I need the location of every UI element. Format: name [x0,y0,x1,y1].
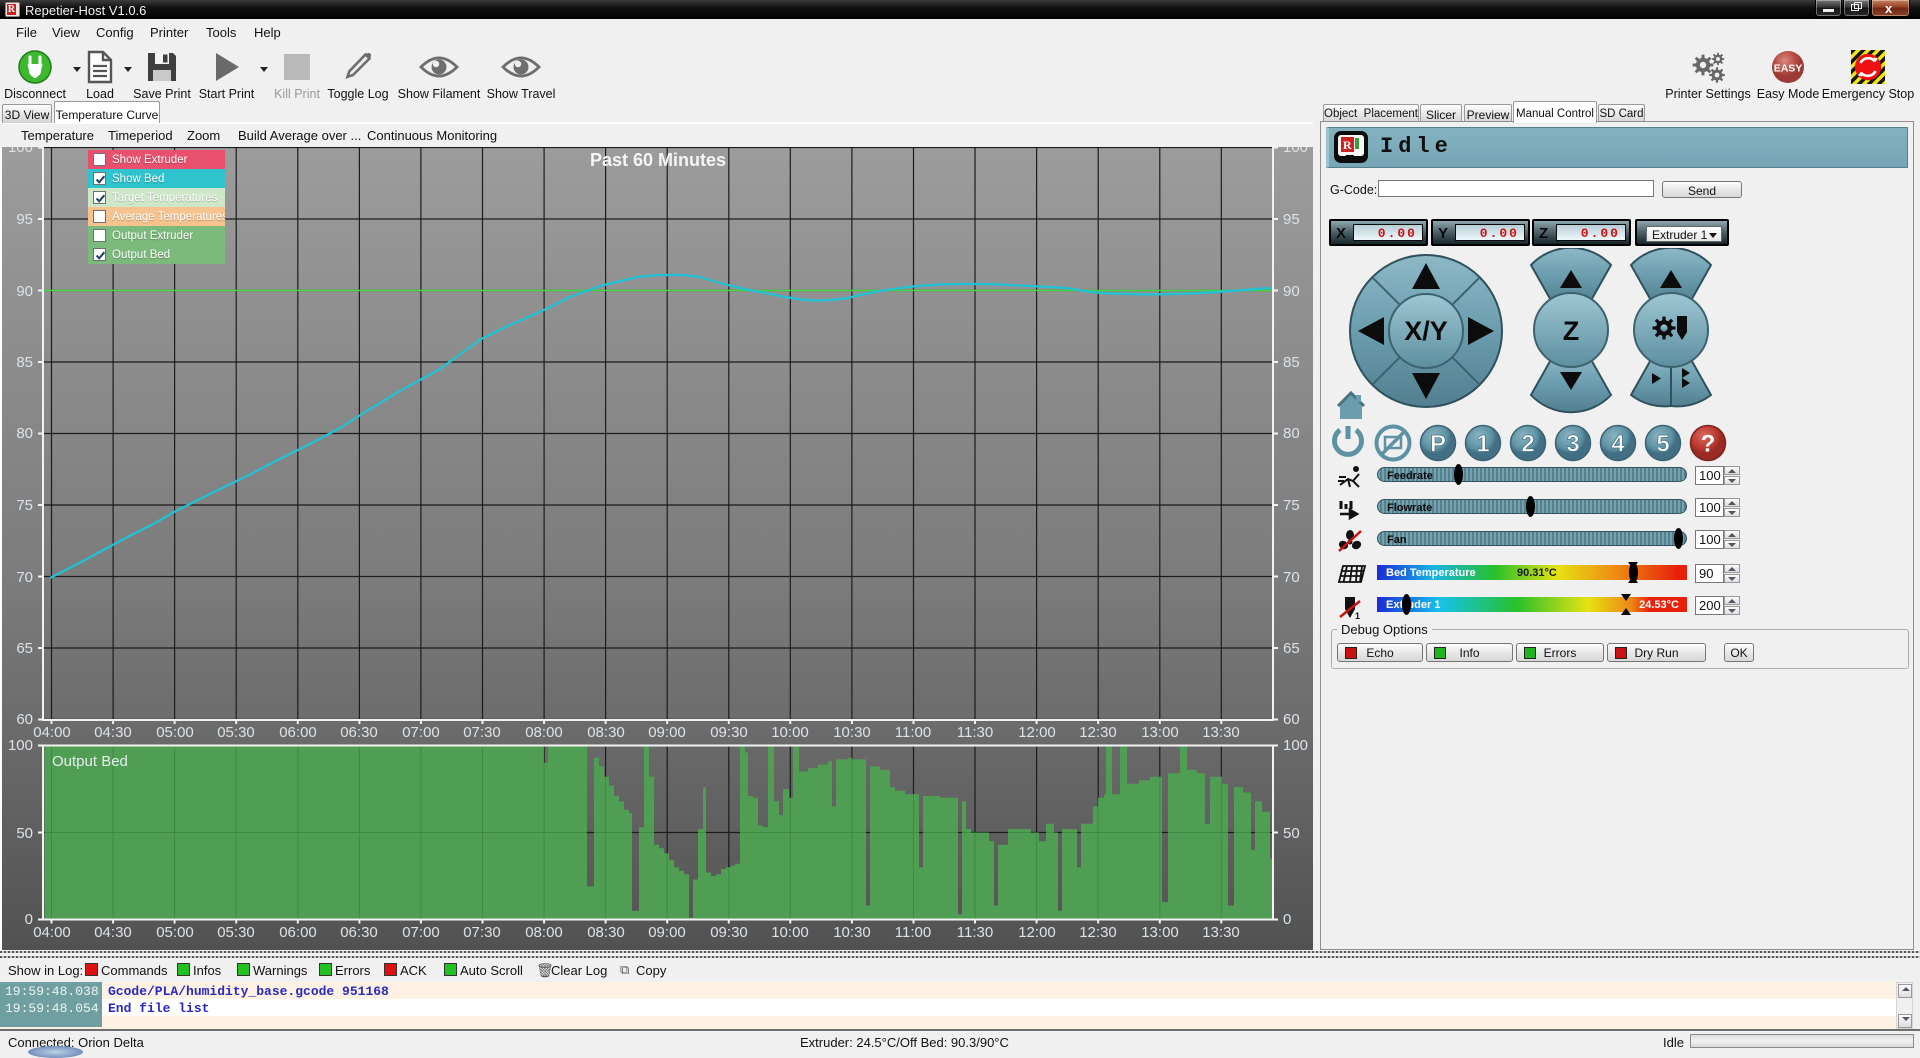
svg-text:X/Y: X/Y [1404,316,1448,346]
svg-text:05:00: 05:00 [156,924,194,941]
svg-text:60: 60 [16,711,33,728]
svg-text:10:00: 10:00 [771,924,809,941]
svg-text:11:00: 11:00 [895,924,931,941]
svg-text:5: 5 [1656,431,1669,458]
svg-text:05:30: 05:30 [217,724,255,741]
svg-text:06:00: 06:00 [279,724,317,741]
svg-text:13:30: 13:30 [1202,924,1240,941]
svg-text:04:00: 04:00 [33,924,71,941]
svg-text:13:00: 13:00 [1141,724,1179,741]
svg-text:75: 75 [1283,497,1300,514]
svg-text:Past 60 Minutes: Past 60 Minutes [590,150,726,170]
svg-text:08:00: 08:00 [525,724,563,741]
svg-text:10:30: 10:30 [833,724,871,741]
svg-text:09:00: 09:00 [648,724,686,741]
svg-text:60: 60 [1283,711,1300,728]
svg-text:08:30: 08:30 [587,724,625,741]
svg-text:70: 70 [16,569,33,586]
svg-text:85: 85 [1283,354,1300,371]
svg-text:75: 75 [16,497,33,514]
svg-text:09:30: 09:30 [710,724,748,741]
svg-text:80: 80 [1283,425,1300,442]
svg-text:EASY: EASY [1774,63,1803,75]
svg-text:3: 3 [1566,431,1579,458]
svg-text:80: 80 [16,425,33,442]
svg-text:65: 65 [1283,640,1300,657]
svg-text:100: 100 [1283,737,1308,754]
svg-text:100: 100 [8,147,33,156]
svg-text:05:00: 05:00 [156,724,194,741]
svg-text:0: 0 [1283,911,1291,928]
svg-text:90: 90 [16,283,33,300]
svg-text:04:30: 04:30 [94,924,132,941]
svg-text:13:30: 13:30 [1202,724,1240,741]
svg-text:08:30: 08:30 [587,924,625,941]
svg-text:50: 50 [16,825,33,842]
svg-text:05:30: 05:30 [217,924,255,941]
svg-text:10:00: 10:00 [771,724,809,741]
svg-text:?: ? [1701,431,1716,458]
svg-text:07:30: 07:30 [463,724,501,741]
svg-text:11:00: 11:00 [895,724,931,741]
svg-text:11:30: 11:30 [957,924,993,941]
svg-text:09:30: 09:30 [710,924,748,941]
svg-text:P: P [1430,431,1446,458]
svg-text:09:00: 09:00 [648,924,686,941]
svg-text:06:00: 06:00 [279,924,317,941]
svg-text:70: 70 [1283,569,1300,586]
svg-text:08:00: 08:00 [525,924,563,941]
svg-text:95: 95 [1283,211,1300,228]
svg-text:50: 50 [1283,825,1300,842]
svg-text:Z: Z [1563,316,1580,346]
svg-text:85: 85 [16,354,33,371]
svg-text:07:00: 07:00 [402,924,440,941]
svg-text:4: 4 [1611,431,1625,458]
svg-text:Output Bed: Output Bed [52,753,128,770]
svg-text:12:00: 12:00 [1018,724,1056,741]
svg-text:04:30: 04:30 [94,724,132,741]
svg-text:07:00: 07:00 [402,724,440,741]
svg-text:1: 1 [1476,431,1489,458]
svg-text:90: 90 [1283,283,1300,300]
svg-text:12:30: 12:30 [1079,724,1117,741]
svg-text:100: 100 [1283,147,1308,156]
svg-text:95: 95 [16,211,33,228]
svg-text:11:30: 11:30 [957,724,993,741]
svg-text:13:00: 13:00 [1141,924,1179,941]
svg-text:12:00: 12:00 [1018,924,1056,941]
svg-text:04:00: 04:00 [33,724,71,741]
svg-text:0: 0 [25,911,33,928]
svg-text:2: 2 [1521,431,1534,458]
svg-text:1: 1 [1355,611,1360,621]
svg-text:12:30: 12:30 [1079,924,1117,941]
svg-text:06:30: 06:30 [340,724,378,741]
svg-text:100: 100 [8,737,33,754]
svg-text:06:30: 06:30 [340,924,378,941]
svg-text:10:30: 10:30 [833,924,871,941]
svg-text:65: 65 [16,640,33,657]
svg-text:07:30: 07:30 [463,924,501,941]
